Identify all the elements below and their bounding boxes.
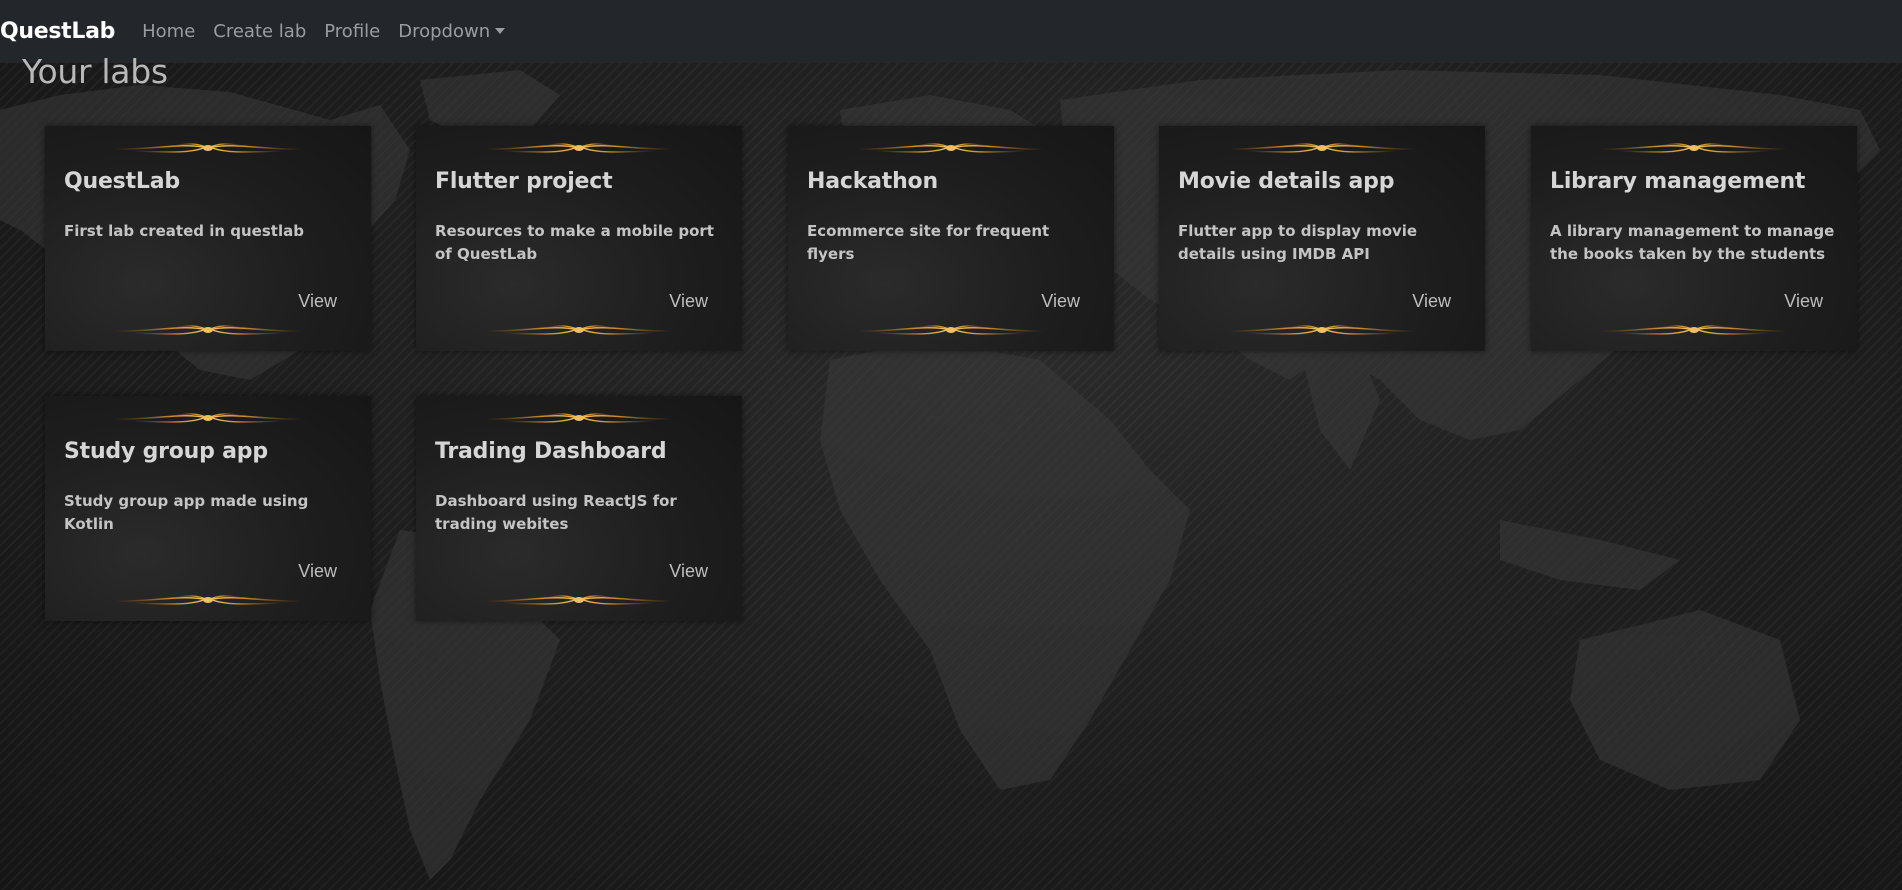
- gold-ornament-icon: [113, 410, 303, 426]
- page-background: QuestLab Home Create lab Profile Dropdow…: [0, 0, 1902, 890]
- top-navbar: QuestLab Home Create lab Profile Dropdow…: [0, 0, 1902, 63]
- gold-ornament-icon: [856, 322, 1046, 338]
- lab-card-view-link[interactable]: View: [1412, 291, 1451, 312]
- lab-card-view-link[interactable]: View: [298, 561, 337, 582]
- gold-ornament-icon: [1599, 140, 1789, 156]
- gold-ornament-icon: [484, 140, 674, 156]
- nav-link-profile[interactable]: Profile: [324, 21, 380, 42]
- gold-ornament-icon: [1599, 322, 1789, 338]
- gold-ornament-icon: [1227, 322, 1417, 338]
- lab-card-view-link[interactable]: View: [669, 291, 708, 312]
- lab-card-title: Study group app: [64, 439, 268, 464]
- lab-card: Movie details app Flutter app to display…: [1159, 126, 1485, 351]
- gold-ornament-icon: [1227, 140, 1417, 156]
- lab-card-title: Library management: [1550, 169, 1806, 194]
- nav-dropdown-label: Dropdown: [398, 21, 491, 42]
- lab-card: Trading Dashboard Dashboard using ReactJ…: [416, 396, 742, 621]
- page-title: Your labs: [22, 52, 168, 91]
- lab-card-description: First lab created in questlab: [64, 222, 304, 240]
- lab-card-title: Movie details app: [1178, 169, 1395, 194]
- chevron-down-icon: [495, 27, 506, 34]
- lab-card-view-link[interactable]: View: [1784, 291, 1823, 312]
- lab-card: Flutter project Resources to make a mobi…: [416, 126, 742, 351]
- gold-ornament-icon: [484, 592, 674, 608]
- brand-logo-link[interactable]: QuestLab: [0, 19, 115, 44]
- lab-card-description: Dashboard using ReactJS for trading webi…: [435, 492, 677, 533]
- lab-card-description: Flutter app to display movie details usi…: [1178, 222, 1418, 263]
- lab-card-title: Flutter project: [435, 169, 613, 194]
- lab-card: QuestLab First lab created in questlab V…: [45, 126, 371, 351]
- gold-ornament-icon: [113, 592, 303, 608]
- lab-card-description: A library management to manage the books…: [1550, 222, 1835, 263]
- lab-card-description: Ecommerce site for frequent flyers: [807, 222, 1050, 263]
- nav-link-home[interactable]: Home: [142, 21, 195, 42]
- gold-ornament-icon: [113, 140, 303, 156]
- lab-card-description: Resources to make a mobile port of Quest…: [435, 222, 714, 263]
- lab-card-view-link[interactable]: View: [1041, 291, 1080, 312]
- lab-card: Library management A library management …: [1531, 126, 1857, 351]
- gold-ornament-icon: [856, 140, 1046, 156]
- lab-card-view-link[interactable]: View: [669, 561, 708, 582]
- lab-card-title: Hackathon: [807, 169, 938, 194]
- lab-card: Hackathon Ecommerce site for frequent fl…: [788, 126, 1114, 351]
- lab-card-title: QuestLab: [64, 169, 180, 194]
- nav-dropdown-toggle[interactable]: Dropdown: [398, 21, 506, 42]
- nav-link-create-lab[interactable]: Create lab: [213, 21, 306, 42]
- lab-card-description: Study group app made using Kotlin: [64, 492, 309, 533]
- lab-card-view-link[interactable]: View: [298, 291, 337, 312]
- gold-ornament-icon: [484, 410, 674, 426]
- lab-card-title: Trading Dashboard: [435, 439, 667, 464]
- gold-ornament-icon: [113, 322, 303, 338]
- gold-ornament-icon: [484, 322, 674, 338]
- lab-card: Study group app Study group app made usi…: [45, 396, 371, 621]
